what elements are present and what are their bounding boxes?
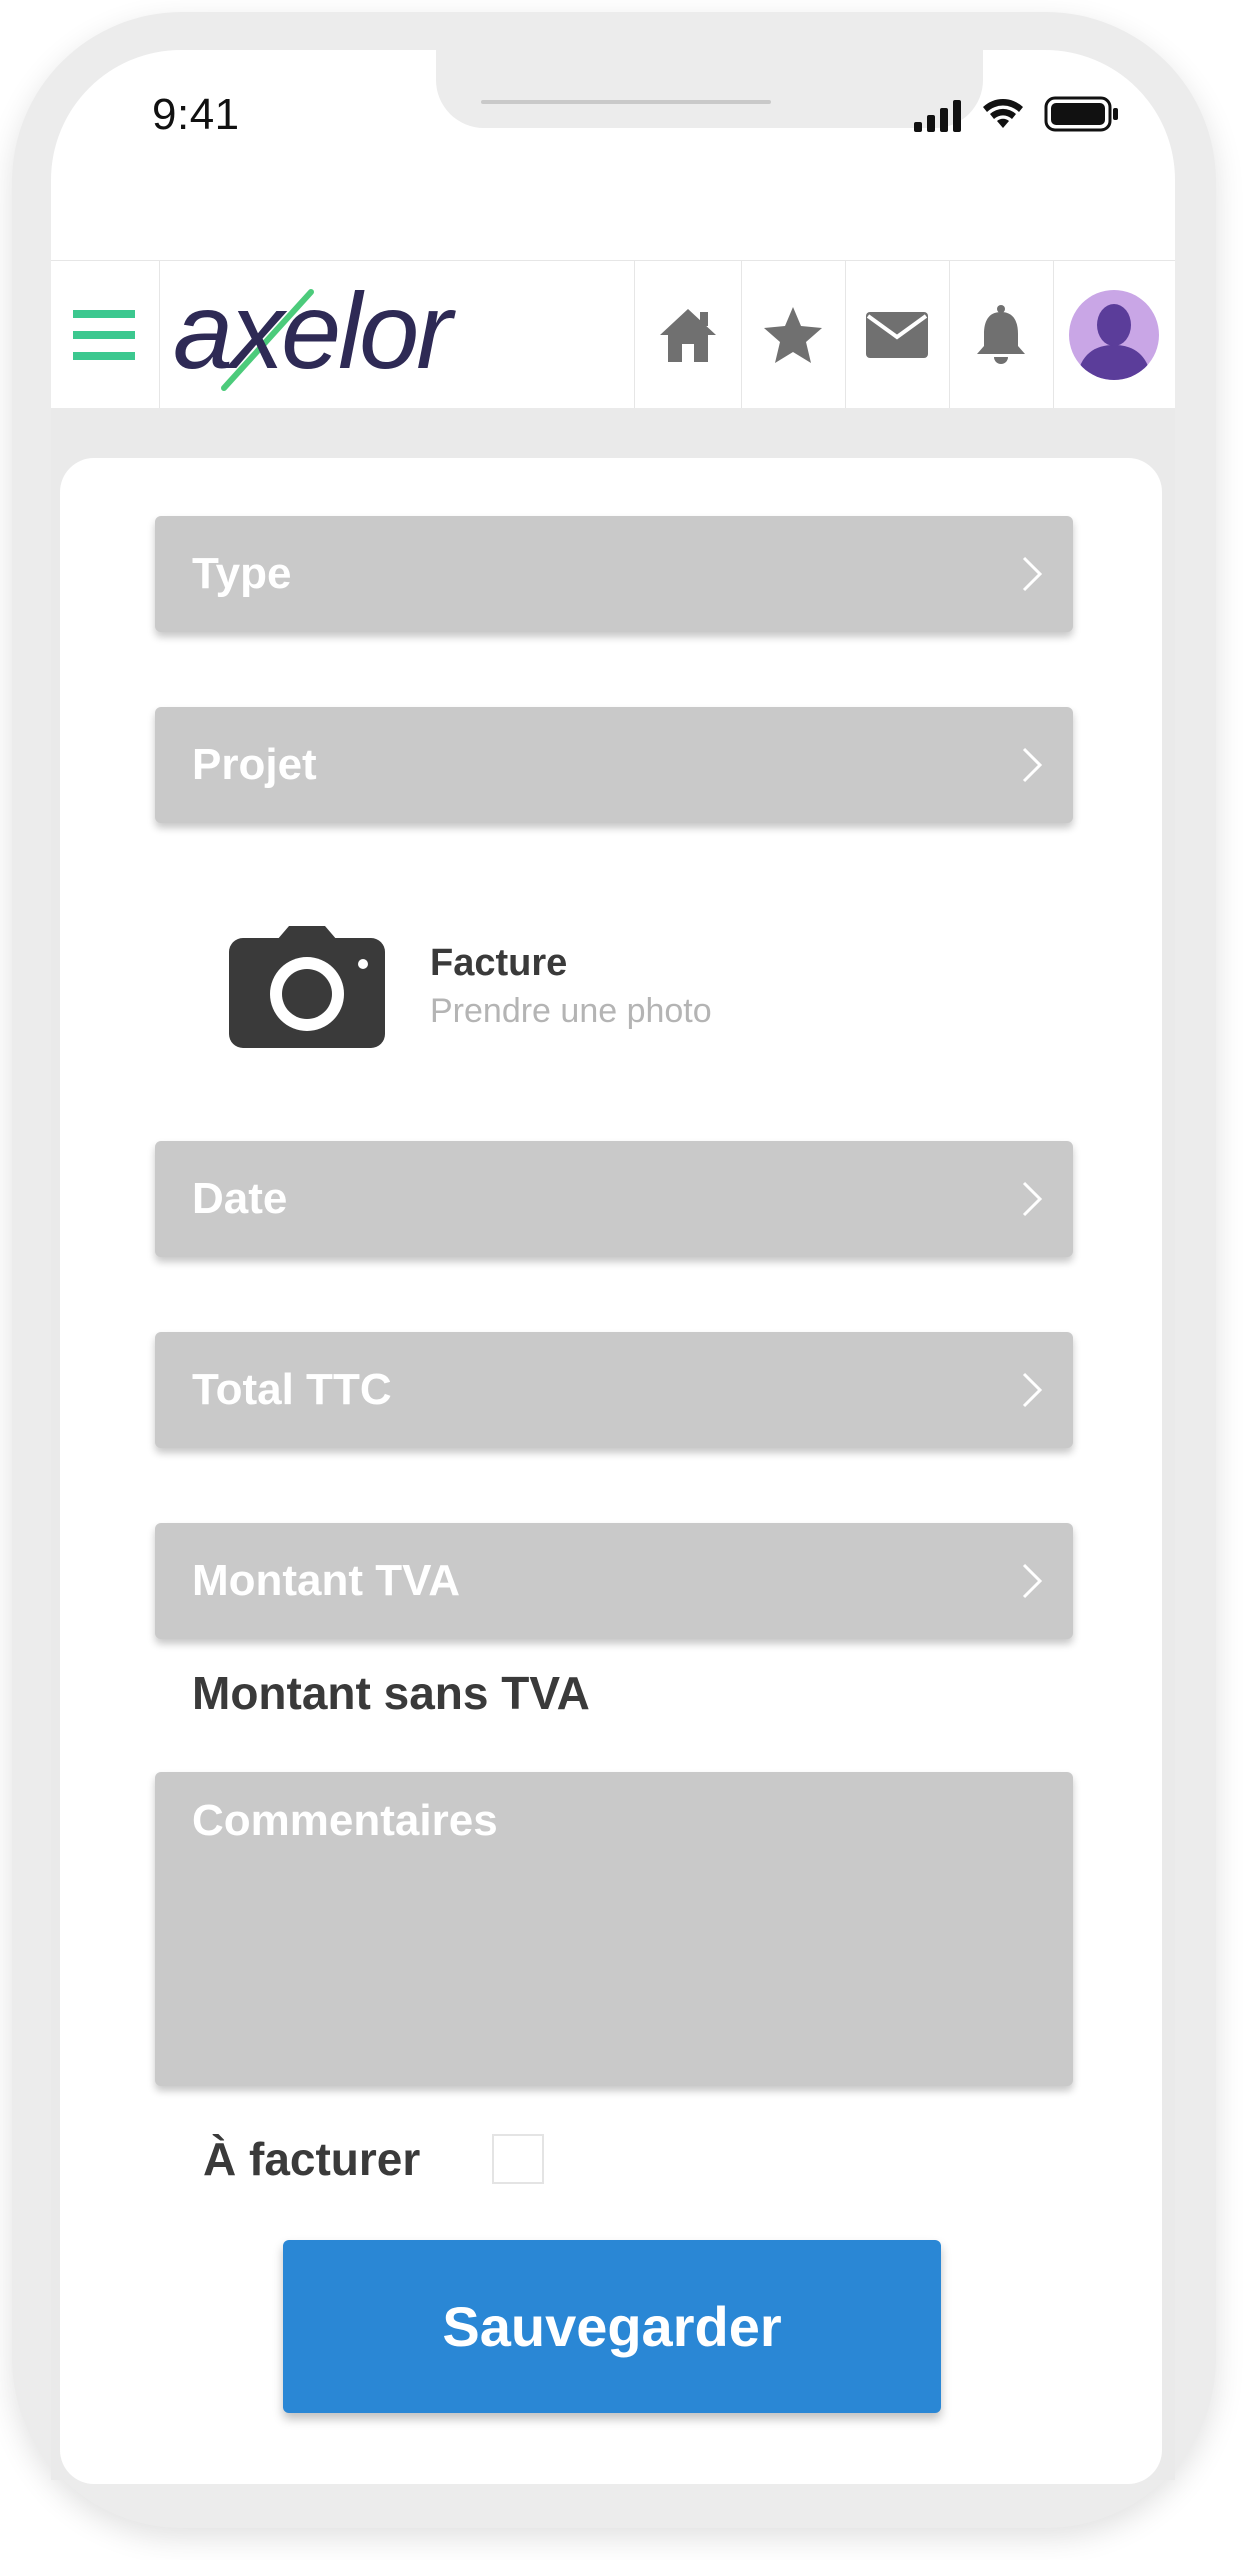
wifi-icon: [983, 99, 1023, 128]
total-ttc-field[interactable]: Total TTC: [155, 1332, 1073, 1448]
type-field-label: Type: [192, 549, 292, 598]
hamburger-menu-icon: [73, 310, 135, 360]
logo-text: axelor: [173, 270, 456, 391]
cellular-signal-icon: [914, 100, 961, 132]
chevron-right-icon: [1022, 556, 1043, 592]
date-field-label: Date: [192, 1174, 288, 1223]
comments-placeholder: Commentaires: [192, 1796, 498, 1845]
vat-amount-field[interactable]: Montant TVA: [155, 1523, 1073, 1639]
chevron-right-icon: [1022, 1372, 1043, 1408]
notifications-button[interactable]: [949, 261, 1054, 409]
star-icon: [764, 307, 822, 363]
project-field[interactable]: Projet: [155, 707, 1073, 823]
to-invoice-checkbox[interactable]: [492, 2134, 544, 2184]
home-button[interactable]: [635, 261, 742, 409]
type-field[interactable]: Type: [155, 516, 1073, 632]
home-icon: [660, 309, 716, 362]
messages-button[interactable]: [845, 261, 950, 409]
to-invoice-label: À facturer: [203, 2133, 421, 2185]
amount-without-vat-label: Montant sans TVA: [192, 1667, 590, 1719]
photo-subtitle: Prendre une photo: [430, 992, 712, 1030]
vat-amount-field-label: Montant TVA: [192, 1556, 461, 1605]
chevron-right-icon: [1022, 1563, 1043, 1599]
photo-title: Facture: [430, 942, 568, 984]
envelope-icon: [866, 312, 928, 358]
battery-icon: [1044, 96, 1118, 132]
invoice-photo-picker[interactable]: Facture Prendre une photo: [229, 924, 929, 1048]
app-header: axelor: [51, 260, 1175, 410]
favorites-button[interactable]: [741, 261, 846, 409]
comments-textarea[interactable]: Commentaires: [155, 1772, 1073, 2086]
status-time: 9:41: [152, 90, 240, 139]
save-button[interactable]: Sauvegarder: [283, 2240, 941, 2413]
avatar: [1069, 290, 1159, 380]
chevron-right-icon: [1022, 747, 1043, 783]
app-logo[interactable]: axelor: [159, 261, 635, 409]
project-field-label: Projet: [192, 740, 317, 789]
bell-icon: [977, 305, 1025, 364]
user-avatar-button[interactable]: [1053, 261, 1175, 409]
axelor-logo: axelor: [173, 270, 459, 391]
phone-speaker: [481, 100, 771, 104]
chevron-right-icon: [1022, 1181, 1043, 1217]
date-field[interactable]: Date: [155, 1141, 1073, 1257]
total-ttc-field-label: Total TTC: [192, 1365, 392, 1414]
camera-icon: [229, 926, 385, 1048]
menu-button[interactable]: [51, 261, 160, 409]
phone-notch: [436, 50, 983, 128]
